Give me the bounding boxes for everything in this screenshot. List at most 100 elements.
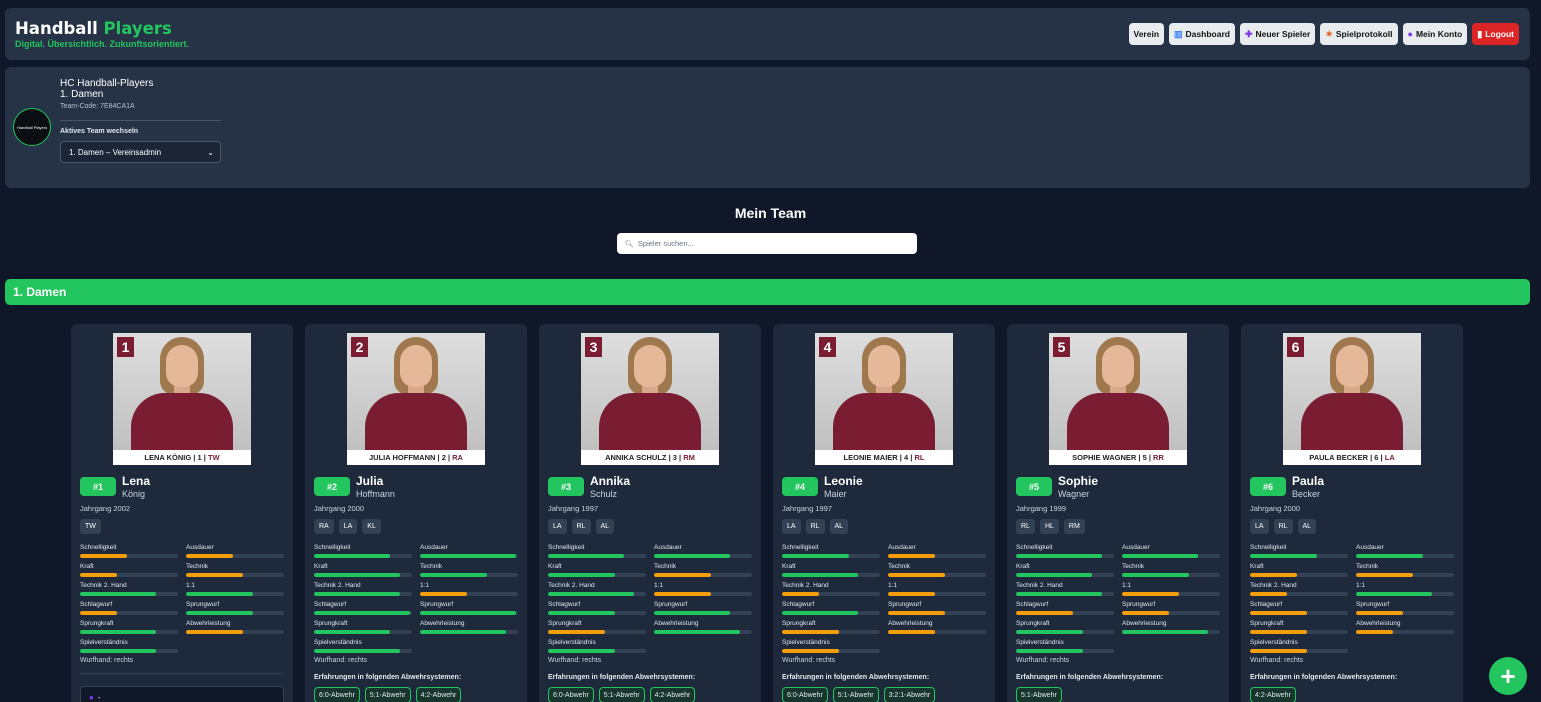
skill-bar-fill (654, 592, 711, 596)
skill-bar-fill (1016, 611, 1073, 615)
birth-year: Jahrgang 1997 (548, 504, 599, 513)
position-tag: RA (314, 519, 334, 534)
caption-name: LEONIE MAIER (843, 453, 898, 462)
skill-stat: Schlagwurf (80, 601, 178, 615)
skill-label: Ausdauer (888, 544, 916, 551)
caption-position: RM (683, 453, 695, 462)
skill-label: Sprungkraft (548, 620, 582, 627)
team-select[interactable]: 1. Damen – Vereinsadmin ⌄ (60, 141, 221, 163)
skill-bar-fill (548, 611, 615, 615)
skill-stat: Technik 2. Hand (1016, 582, 1114, 596)
photo-caption: LEONIE MAIER | 4 | RL (815, 450, 953, 465)
skill-bar (888, 630, 986, 634)
skill-label: Technik (654, 563, 677, 570)
add-player-fab[interactable]: + (1489, 657, 1527, 695)
skill-stat: Schlagwurf (782, 601, 880, 615)
player-card[interactable]: 2 JULIA HOFFMANN | 2 | RA #2 Julia Hoffmann J… (305, 324, 527, 702)
photo-caption: PAULA BECKER | 6 | LA (1283, 450, 1421, 465)
search-icon: 🔍︎ (625, 240, 634, 248)
skill-bar-fill (1016, 592, 1103, 596)
skill-bar (80, 554, 178, 558)
skill-label: Technik 2. Hand (782, 582, 829, 589)
search-box[interactable]: 🔍︎ (617, 233, 917, 254)
skill-bar (80, 649, 178, 653)
brand-logo[interactable]: Handball Players (15, 19, 172, 38)
team-logo: Handball Players (13, 108, 51, 146)
skill-stat: Spielverständnis (314, 639, 412, 653)
skill-label: Technik (420, 563, 443, 570)
defense-list: 5:1-Abwehr (1016, 687, 1062, 702)
skill-label: Sprungwurf (1122, 601, 1156, 608)
jersey-number-badge: #2 (314, 477, 350, 496)
skill-bar-fill (186, 592, 253, 596)
skill-label: Spielverständnis (1016, 639, 1064, 646)
skill-stat: Schnelligkeit (1016, 544, 1114, 558)
team-group-header[interactable]: 1. Damen (5, 279, 1530, 305)
player-last-name: Hoffmann (356, 489, 395, 499)
skill-bar (548, 573, 646, 577)
search-input[interactable] (637, 239, 898, 248)
skill-label: 1:1 (888, 582, 898, 589)
new-player-button[interactable]: ✚ Neuer Spieler (1239, 23, 1316, 45)
skill-bar (1122, 611, 1220, 615)
photo-number: 5 (1053, 337, 1070, 357)
dashboard-button[interactable]: ▥ Dashboard (1169, 23, 1235, 45)
skill-label: Sprungwurf (888, 601, 922, 608)
player-card[interactable]: 1 LENA KÖNIG | 1 | TW #1 Lena König Jahrgang … (71, 324, 293, 702)
skill-label: Schnelligkeit (80, 544, 117, 551)
defense-tag: 5:1-Abwehr (364, 687, 411, 702)
skill-label: Ausdauer (186, 544, 214, 551)
skill-bar-fill (1122, 592, 1179, 596)
birth-year: Jahrgang 2000 (314, 504, 365, 513)
skill-stat: Abwehrleistung (420, 620, 518, 634)
club-name: HC Handball-Players (60, 78, 154, 89)
skill-stat: Technik (186, 563, 284, 577)
position-tag: KL (362, 519, 381, 534)
skill-stat: Schnelligkeit (548, 544, 646, 558)
skill-bar (1356, 592, 1454, 596)
player-card[interactable]: 4 LEONIE MAIER | 4 | RL #4 Leonie Maier Jahrg… (773, 324, 995, 702)
skill-stat: Kraft (314, 563, 412, 577)
skill-label: Sprungkraft (80, 620, 114, 627)
player-photo: 2 JULIA HOFFMANN | 2 | RA (347, 333, 485, 465)
dashboard-label: Dashboard (1185, 29, 1230, 39)
skill-bar-fill (1250, 592, 1288, 596)
skill-stat: Ausdauer (186, 544, 284, 558)
skill-label: Spielverständnis (782, 639, 830, 646)
skill-label: Sprungkraft (1016, 620, 1050, 627)
position-tag: TW (80, 519, 101, 534)
contact-field[interactable]: ● - (80, 686, 284, 702)
skill-stat: Technik (888, 563, 986, 577)
position-tag: LA (548, 519, 567, 534)
tagline: Digital. Übersichtlich. Zukunftsorientie… (15, 39, 190, 49)
divider (80, 673, 284, 674)
skill-bar-fill (314, 573, 401, 577)
verein-button[interactable]: Verein (1128, 23, 1165, 45)
skill-bar (186, 630, 284, 634)
logout-button[interactable]: ▮ Logout (1472, 23, 1519, 45)
skill-bar-fill (888, 630, 936, 634)
skill-bar (1122, 630, 1220, 634)
skill-label: 1:1 (1122, 582, 1132, 589)
photo-caption: LENA KÖNIG | 1 | TW (113, 450, 251, 465)
skill-label: Technik (1356, 563, 1379, 570)
account-button[interactable]: ● Mein Konto (1402, 23, 1468, 45)
skill-stat: Schnelligkeit (80, 544, 178, 558)
skill-stat: Sprungkraft (782, 620, 880, 634)
skill-bar (80, 573, 178, 577)
player-card[interactable]: 5 SOPHIE WAGNER | 5 | RR #5 Sophie Wagner Jah… (1007, 324, 1229, 702)
skill-label: Schlagwurf (314, 601, 347, 608)
player-card[interactable]: 6 PAULA BECKER | 6 | LA #6 Paula Becker Jahrg… (1241, 324, 1463, 702)
player-card[interactable]: 3 ANNIKA SCHULZ | 3 | RM #3 Annika Schulz Jah… (539, 324, 761, 702)
skill-stat: Ausdauer (1122, 544, 1220, 558)
skill-bar-fill (1250, 573, 1298, 577)
skill-label: 1:1 (1356, 582, 1366, 589)
skill-bar (420, 611, 518, 615)
photo-number: 6 (1287, 337, 1304, 357)
protocol-button[interactable]: ✶ Spielprotokoll (1320, 23, 1398, 45)
page-title: Mein Team (734, 205, 807, 221)
skill-stat: Spielverständnis (548, 639, 646, 653)
skill-label: Ausdauer (1356, 544, 1384, 551)
skill-bar-fill (548, 630, 605, 634)
birth-year: Jahrgang 2000 (1250, 504, 1301, 513)
